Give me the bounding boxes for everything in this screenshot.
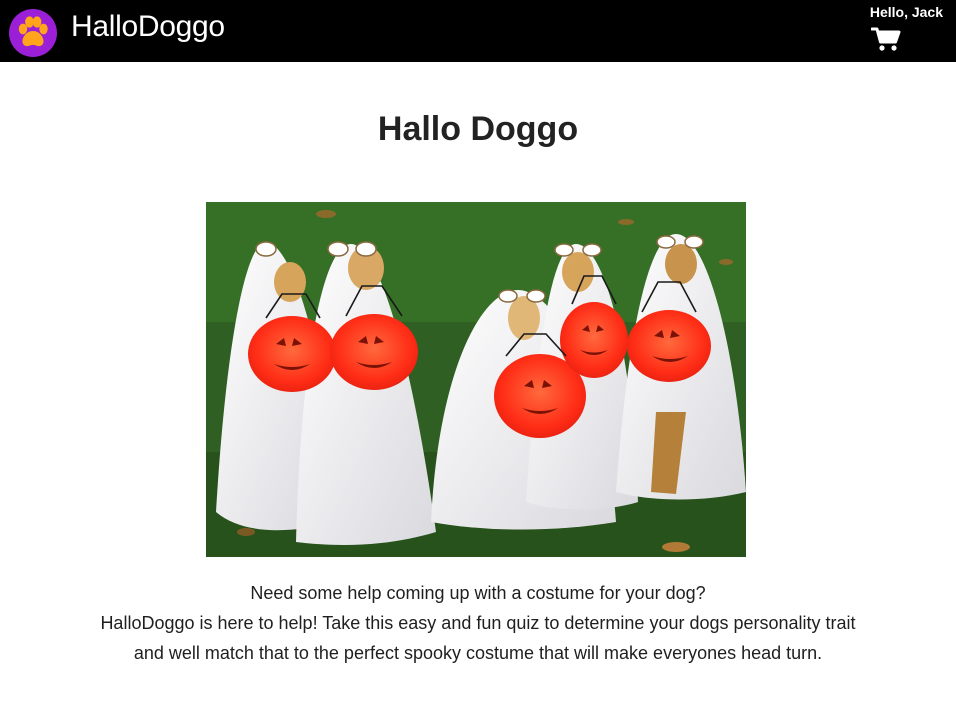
user-greeting: Hello, Jack bbox=[869, 4, 943, 20]
shopping-cart-icon[interactable] bbox=[870, 26, 901, 52]
brand-link[interactable]: HalloDoggo bbox=[71, 9, 225, 45]
page-title: Hallo Doggo bbox=[377, 110, 579, 148]
intro-line-description: HalloDoggo is here to help! Take this ea… bbox=[100, 613, 856, 663]
logo-paw-icon[interactable] bbox=[9, 9, 57, 57]
intro-text: Need some help coming up with a costume … bbox=[100, 578, 856, 668]
intro-line-question: Need some help coming up with a costume … bbox=[250, 583, 706, 603]
navbar: HalloDoggo Hello, Jack bbox=[0, 0, 956, 62]
hero-image bbox=[206, 202, 746, 557]
